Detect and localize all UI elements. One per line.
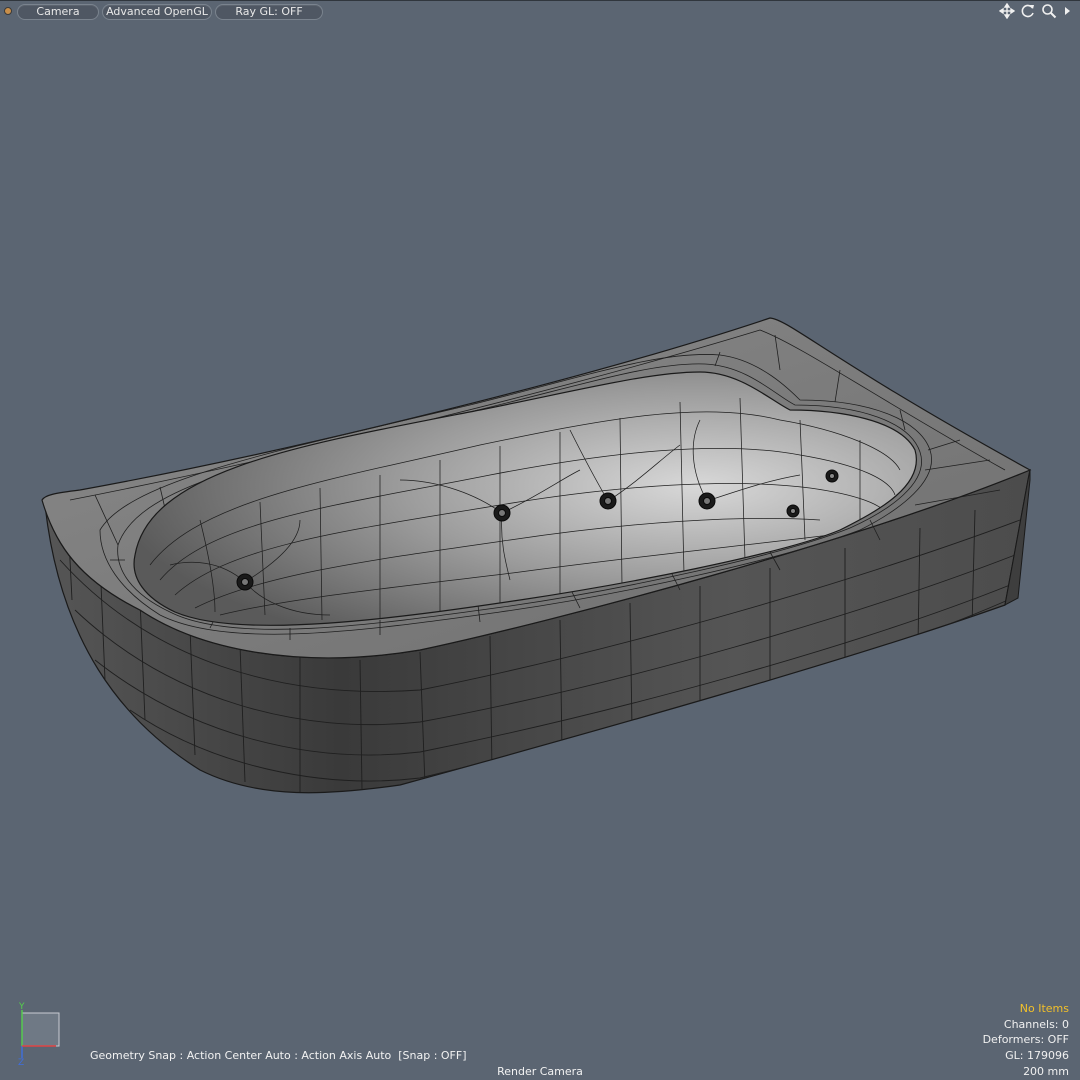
zoom-view-icon[interactable] <box>1041 3 1057 19</box>
stat-channels: Channels: 0 <box>1003 1017 1069 1031</box>
raygl-button[interactable]: Ray GL: OFF <box>215 4 323 20</box>
snap-status-text: Geometry Snap : Action Center Auto : Act… <box>90 1049 467 1062</box>
stat-scale: 200 mm <box>1023 1064 1069 1078</box>
stat-deformers: Deformers: OFF <box>982 1033 1069 1047</box>
more-arrow-icon[interactable] <box>1061 3 1073 19</box>
rotate-view-icon[interactable] <box>1020 3 1036 19</box>
scene-stats: No Items Channels: 0 Deformers: OFF GL: … <box>983 1001 1069 1080</box>
viewport-menu-icon[interactable] <box>4 7 12 15</box>
viewport-toolbar: Camera Advanced OpenGL Ray GL: OFF <box>0 0 1080 23</box>
axis-y-label: Y <box>18 1002 25 1012</box>
stat-gl: GL: 179096 <box>1005 1049 1069 1063</box>
bathtub-model[interactable] <box>0 0 1080 1080</box>
3d-viewport[interactable]: Camera Advanced OpenGL Ray GL: OFF Y Z G… <box>0 0 1080 1080</box>
stat-items: No Items <box>1019 1002 1069 1015</box>
camera-name-label: Render Camera <box>497 1065 583 1078</box>
move-view-icon[interactable] <box>998 2 1016 20</box>
axis-orientation-widget: Y Z <box>14 1002 64 1068</box>
camera-button[interactable]: Camera <box>17 4 99 20</box>
shading-mode-button[interactable]: Advanced OpenGL <box>102 4 212 20</box>
